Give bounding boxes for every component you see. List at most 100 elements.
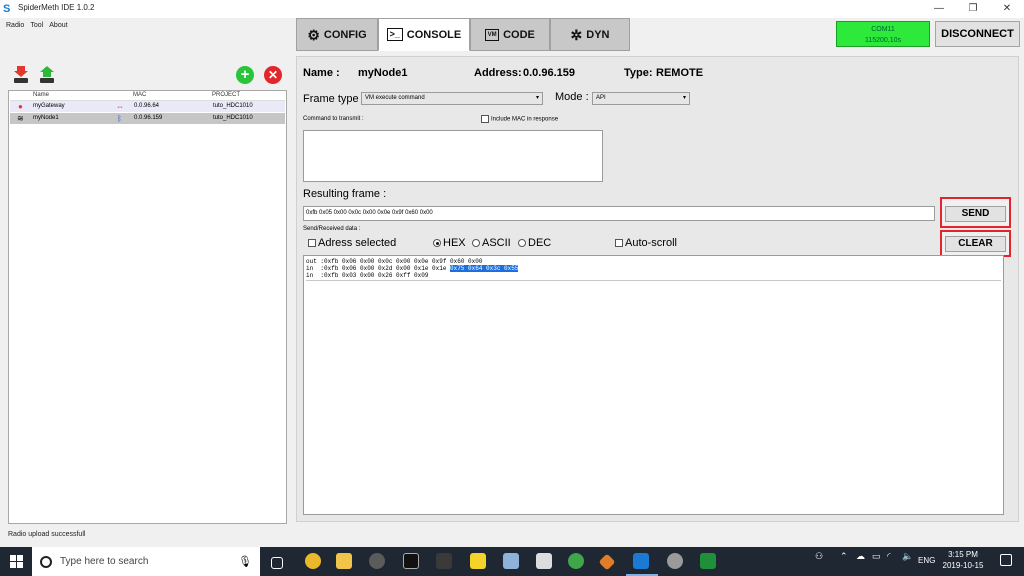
format-dec-option[interactable]: DEC: [518, 237, 551, 249]
spidermeth-icon[interactable]: [633, 553, 649, 569]
chrome-icon[interactable]: [305, 553, 321, 569]
window-title: SpiderMeth IDE 1.0.2: [18, 3, 95, 12]
tab-code-label: CODE: [503, 28, 535, 41]
console-panel: Name : myNode1 Address: 0.0.96.159 Type:…: [296, 56, 1019, 522]
resulting-frame-field[interactable]: 0xfb 0x05 0x00 0x0c 0x00 0x0e 0x9f 0x60 …: [303, 206, 935, 221]
node-mac: 0.0.96.64: [134, 103, 160, 109]
add-node-icon[interactable]: +: [236, 66, 254, 84]
include-mac-checkbox[interactable]: [481, 115, 489, 123]
location-pin-icon: ●: [18, 102, 23, 111]
app-icon[interactable]: [667, 553, 683, 569]
remove-node-icon[interactable]: ✕: [264, 66, 282, 84]
wifi-tray-icon[interactable]: ◜: [887, 551, 891, 562]
dec-radio[interactable]: [518, 239, 526, 248]
received-data-log[interactable]: out :0xfb 0x06 0x00 0x0c 0x00 0x0e 0x9f …: [303, 255, 1004, 515]
start-button[interactable]: [0, 547, 32, 576]
autoscroll-checkbox[interactable]: [615, 239, 623, 248]
format-hex-option[interactable]: HEX: [433, 237, 466, 249]
notification-icon[interactable]: [1000, 554, 1012, 566]
menu-tool[interactable]: Tool: [30, 22, 43, 29]
spreadsheet-icon[interactable]: [700, 553, 716, 569]
address-selected-option[interactable]: Adress selected: [308, 237, 396, 249]
app-icon[interactable]: [503, 553, 519, 569]
battery-icon[interactable]: ▭: [872, 551, 881, 562]
tab-console[interactable]: >_ CONSOLE: [378, 18, 470, 51]
bluetooth-icon: ᛒ: [117, 114, 122, 123]
upload-icon[interactable]: [39, 66, 55, 84]
tab-config[interactable]: ⚙ CONFIG: [296, 18, 378, 51]
tab-config-label: CONFIG: [323, 28, 367, 41]
command-label: Command to transmit :: [303, 116, 364, 122]
clock-date: 2019-10-15: [942, 561, 984, 570]
node-address-value: 0.0.96.159: [523, 67, 575, 79]
wifi-icon: ≋: [17, 114, 24, 123]
clear-button-highlight: CLEAR: [940, 230, 1011, 257]
app-icon[interactable]: [470, 553, 486, 569]
clear-button[interactable]: CLEAR: [945, 236, 1006, 252]
title-bar: S SpiderMeth IDE 1.0.2 — ❐ ✕: [0, 0, 1024, 18]
ascii-radio[interactable]: [472, 239, 480, 248]
microphone-icon[interactable]: 🎙: [238, 555, 252, 568]
file-explorer-icon[interactable]: [336, 553, 352, 569]
language-indicator[interactable]: ENG: [918, 556, 935, 565]
connection-status: COM11 115200,10s: [836, 21, 930, 47]
ide-window: S SpiderMeth IDE 1.0.2 — ❐ ✕ Radio Tool …: [0, 0, 1024, 576]
menu-radio[interactable]: Radio: [6, 22, 24, 29]
received-data-label: Send/Received data :: [303, 226, 361, 232]
node-project: tuto_HDC1010: [213, 115, 253, 121]
menu-about[interactable]: About: [49, 22, 67, 29]
app-icon[interactable]: [568, 553, 584, 569]
node-name-value: myNode1: [358, 67, 408, 79]
volume-icon[interactable]: 🔈: [902, 551, 913, 562]
include-mac-option[interactable]: Include MAC in response: [481, 115, 558, 123]
node-address-label: Address:: [474, 67, 522, 79]
taskbar-search[interactable]: Type here to search 🎙: [32, 547, 260, 576]
node-name: myNode1: [33, 115, 59, 121]
tab-dyn[interactable]: ✲ DYN: [550, 18, 630, 51]
people-icon[interactable]: ⚇: [815, 551, 823, 562]
terminal-app-icon[interactable]: [403, 553, 419, 569]
hex-radio[interactable]: [433, 239, 441, 248]
chevron-up-icon[interactable]: ⌃: [840, 551, 848, 562]
status-message: Radio upload successfull: [8, 531, 86, 538]
taskbar-clock[interactable]: 3:15 PM 2019-10-15: [939, 549, 987, 571]
vm-icon: VM: [485, 28, 500, 41]
photos-icon[interactable]: [536, 553, 552, 569]
autoscroll-option[interactable]: Auto-scroll: [615, 237, 677, 249]
list-item[interactable]: ● myGateway ⇔ 0.0.96.64 tuto_HDC1010: [10, 101, 285, 112]
list-item[interactable]: ≋ myNode1 ᛒ 0.0.96.159 tuto_HDC1010: [10, 113, 285, 124]
resulting-frame-label: Resulting frame :: [303, 188, 387, 200]
close-button[interactable]: ✕: [990, 0, 1024, 18]
search-placeholder: Type here to search: [60, 556, 149, 567]
selected-bytes: 0x75 0x64 0x3c 0x55: [450, 265, 519, 272]
download-icon[interactable]: [13, 66, 29, 84]
frame-type-select[interactable]: VM execute command ▾: [361, 92, 543, 105]
frame-type-value: VM execute command: [365, 95, 425, 101]
chevron-down-icon: ▾: [682, 95, 686, 101]
cortana-icon: [40, 555, 52, 568]
autoscroll-label: Auto-scroll: [625, 237, 677, 249]
baud-rate: 115200,10s: [864, 37, 902, 44]
com-port: COM11: [871, 26, 895, 33]
tab-code[interactable]: VM CODE: [470, 18, 550, 51]
node-project: tuto_HDC1010: [213, 103, 253, 109]
minimize-button[interactable]: —: [922, 0, 956, 18]
restore-button[interactable]: ❐: [956, 0, 990, 18]
terminal-icon: >_: [386, 28, 403, 41]
gear-icon: ⚙: [307, 26, 320, 43]
task-view-icon[interactable]: [271, 557, 283, 569]
format-ascii-option[interactable]: ASCII: [472, 237, 511, 249]
app-icon[interactable]: [369, 553, 385, 569]
network-icon: ✲: [570, 26, 583, 43]
windows-logo-icon: [9, 555, 23, 568]
disconnect-button[interactable]: DISCONNECT: [935, 21, 1020, 47]
command-input[interactable]: [303, 130, 603, 182]
log-divider: [306, 280, 1001, 281]
send-button[interactable]: SEND: [945, 206, 1006, 222]
mode-select[interactable]: API ▾: [592, 92, 690, 105]
cloud-icon[interactable]: ☁: [856, 551, 865, 562]
send-button-highlight: SEND: [940, 197, 1011, 228]
node-type-label: Type:: [624, 67, 653, 79]
app-icon[interactable]: [436, 553, 452, 569]
address-selected-checkbox[interactable]: [308, 239, 316, 248]
